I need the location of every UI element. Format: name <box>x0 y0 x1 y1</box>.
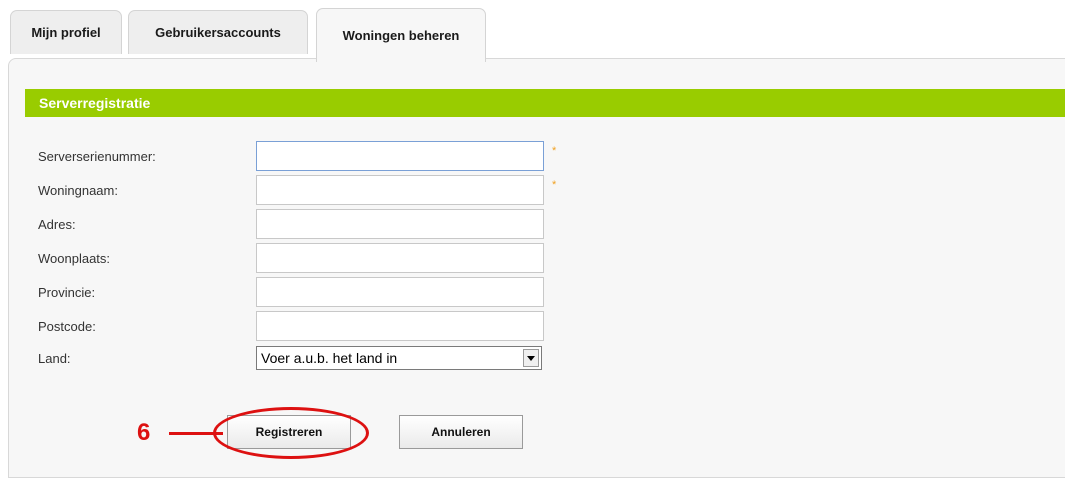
chevron-down-icon <box>527 355 535 361</box>
register-button-label: Registreren <box>255 425 323 439</box>
field-label: Postcode: <box>38 319 96 334</box>
tab-label: Gebruikersaccounts <box>155 25 281 40</box>
address-input[interactable] <box>256 209 544 239</box>
tab-woningen-beheren[interactable]: Woningen beheren <box>316 8 486 62</box>
tab-gebruikersaccounts[interactable]: Gebruikersaccounts <box>128 10 308 54</box>
field-label: Woonplaats: <box>38 251 111 266</box>
field-label: Serverserienummer: <box>38 149 156 164</box>
country-select[interactable]: Voer a.u.b. het land in <box>256 346 542 370</box>
section-title: Serverregistratie <box>39 95 151 111</box>
required-marker: * <box>552 145 557 157</box>
field-label: Adres: <box>38 217 76 232</box>
province-input[interactable] <box>256 277 544 307</box>
section-header: Serverregistratie <box>25 89 1065 117</box>
postcode-input[interactable] <box>256 311 544 341</box>
cancel-button[interactable]: Annuleren <box>399 415 523 449</box>
content-panel: Serverregistratie Serverserienummer: * W… <box>8 58 1065 478</box>
field-label: Provincie: <box>38 285 96 300</box>
tab-mijn-profiel[interactable]: Mijn profiel <box>10 10 122 54</box>
home-name-input[interactable] <box>256 175 544 205</box>
field-label: Land: <box>38 351 71 366</box>
field-label: Woningnaam: <box>38 183 118 198</box>
tab-label: Mijn profiel <box>31 25 101 40</box>
city-input[interactable] <box>256 243 544 273</box>
serial-number-input[interactable] <box>256 141 544 171</box>
tab-bar: Mijn profiel Gebruikersaccounts Woningen… <box>0 0 1065 62</box>
step-callout-number: 6 <box>137 419 151 446</box>
register-button[interactable]: Registreren <box>227 415 351 449</box>
callout-line <box>169 432 223 435</box>
country-select-value: Voer a.u.b. het land in <box>261 350 398 366</box>
tab-label: Woningen beheren <box>342 28 460 43</box>
dropdown-arrow-button[interactable] <box>523 349 539 367</box>
cancel-button-label: Annuleren <box>431 425 491 439</box>
required-marker: * <box>552 179 557 191</box>
